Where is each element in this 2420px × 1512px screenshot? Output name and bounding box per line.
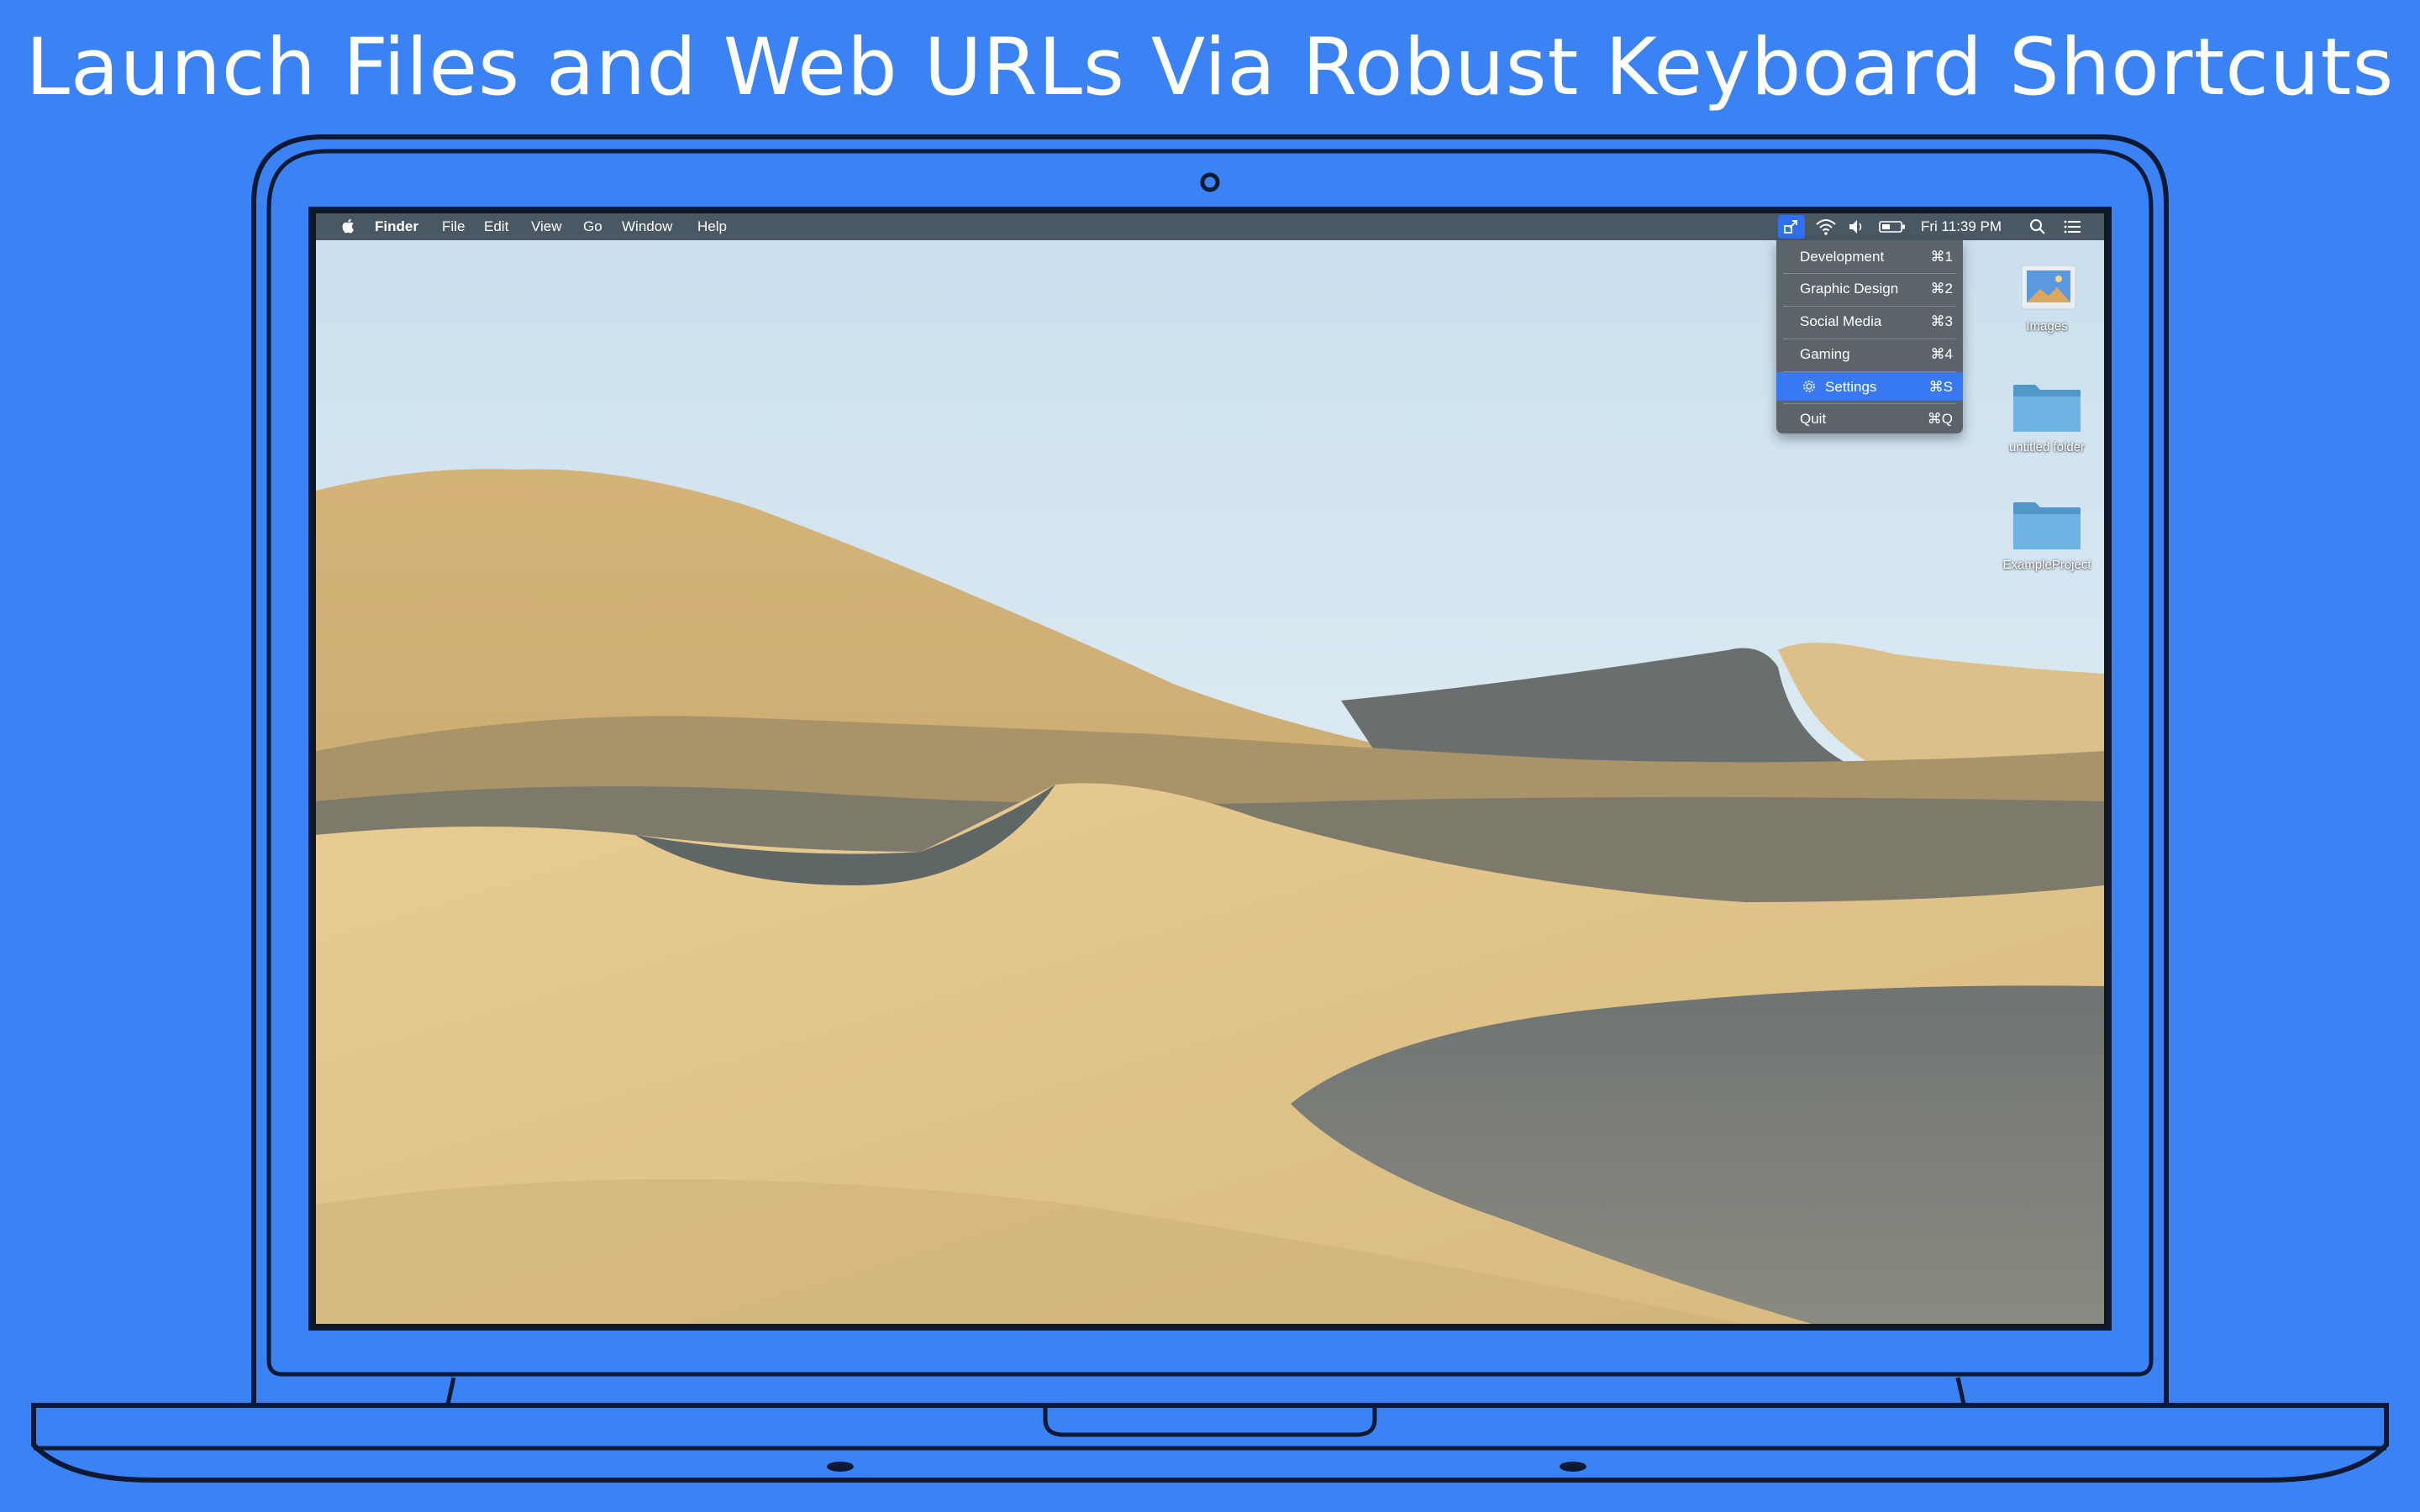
menu-app-name[interactable]: Finder	[375, 218, 418, 235]
apple-icon[interactable]	[341, 217, 355, 235]
desktop-icon-images[interactable]: Images	[1996, 260, 2097, 333]
menu-item-settings[interactable]: Settings ⌘S	[1776, 372, 1963, 401]
folder-icon	[2013, 385, 2081, 432]
menu-view[interactable]: View	[531, 218, 562, 235]
menu-item-quit[interactable]: Quit ⌘Q	[1776, 404, 1963, 434]
menu-item-shortcut: ⌘1	[1930, 249, 1953, 265]
menu-item-label: Gaming	[1800, 346, 1850, 362]
menu-item-development[interactable]: Development ⌘1	[1776, 242, 1963, 272]
screen: Finder File Edit View Go Window Help Fri…	[316, 213, 2104, 1324]
app-shortcut-icon[interactable]	[1778, 215, 1805, 239]
menu-go[interactable]: Go	[583, 218, 602, 235]
list-icon[interactable]	[2060, 213, 2086, 240]
menu-item-label: Social Media	[1800, 313, 1882, 329]
menu-item-shortcut: ⌘Q	[1927, 411, 1953, 427]
shortcut-menu: Development ⌘1 Graphic Design ⌘2 Social …	[1776, 240, 1963, 433]
menu-item-label: Graphic Design	[1800, 281, 1899, 297]
wifi-icon[interactable]	[1813, 213, 1839, 240]
menu-item-label: Quit	[1800, 411, 1827, 427]
menu-item-shortcut: ⌘S	[1928, 379, 1953, 395]
menu-item-label: Settings	[1825, 379, 1877, 395]
volume-icon[interactable]	[1845, 213, 1867, 240]
menu-edit[interactable]: Edit	[484, 218, 508, 235]
menu-item-shortcut: ⌘2	[1930, 281, 1953, 297]
image-file-icon	[2021, 265, 2076, 310]
search-icon[interactable]	[2027, 213, 2049, 240]
desktop-icon-label: untitled folder	[2008, 440, 2086, 454]
menu-file[interactable]: File	[442, 218, 465, 235]
menu-bar: Finder File Edit View Go Window Help Fri…	[316, 213, 2104, 240]
menu-item-social-media[interactable]: Social Media ⌘3	[1776, 307, 1963, 337]
menu-item-label: Development	[1800, 249, 1885, 265]
battery-icon[interactable]	[1877, 213, 1907, 240]
gear-icon	[1803, 381, 1815, 392]
menu-item-graphic-design[interactable]: Graphic Design ⌘2	[1776, 274, 1963, 304]
desktop-icon-label: ExampleProject	[2002, 558, 2091, 572]
menu-clock[interactable]: Fri 11:39 PM	[1921, 218, 2002, 235]
desktop-icon-untitled-folder[interactable]: untitled folder	[1996, 373, 2097, 454]
menu-window[interactable]: Window	[622, 218, 672, 235]
desktop-icon-label: Images	[2026, 319, 2068, 333]
menu-item-shortcut: ⌘4	[1930, 346, 1953, 362]
menu-item-shortcut: ⌘3	[1930, 313, 1953, 329]
menu-help[interactable]: Help	[697, 218, 727, 235]
folder-icon	[2013, 502, 2081, 549]
menu-item-gaming[interactable]: Gaming ⌘4	[1776, 339, 1963, 370]
desktop-icon-exampleproject[interactable]: ExampleProject	[1996, 491, 2097, 572]
